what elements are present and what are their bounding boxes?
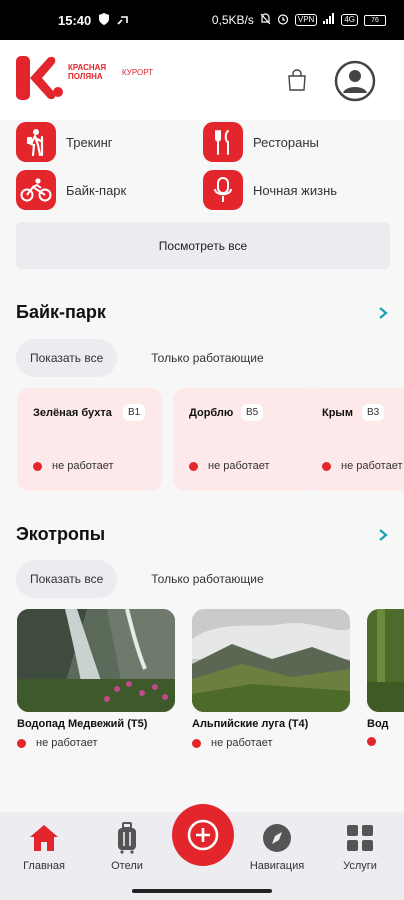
card-status: не работает bbox=[189, 460, 269, 472]
nav-navigation[interactable]: Навигация bbox=[242, 822, 312, 872]
section-title-eco-trails: Экотропы bbox=[16, 524, 106, 544]
vpn-badge: VPN bbox=[294, 14, 318, 26]
nav-label: Главная bbox=[23, 860, 65, 872]
status-dot-icon bbox=[322, 461, 331, 471]
network-type-badge: 4G bbox=[341, 14, 358, 26]
filter-only-working[interactable]: Только работающие bbox=[137, 560, 277, 598]
nav-label: Отели bbox=[111, 860, 143, 872]
filter-only-working[interactable]: Только работающие bbox=[137, 339, 277, 377]
nav-hotels[interactable]: Отели bbox=[92, 822, 162, 872]
home-icon bbox=[28, 822, 60, 854]
status-dot-icon bbox=[367, 737, 376, 746]
status-dot-icon bbox=[33, 461, 42, 471]
section-title-bike-park: Байк-парк bbox=[16, 302, 106, 322]
logo-wordmark: КРАСНАЯ ПОЛЯНА bbox=[68, 63, 107, 81]
nav-services[interactable]: Услуги bbox=[325, 822, 395, 872]
grid-icon bbox=[344, 822, 376, 854]
network-speed: 0,5KB/s bbox=[211, 13, 254, 27]
card-title: Альпийские луга (Т4) bbox=[192, 718, 309, 730]
chevron-right-icon[interactable] bbox=[376, 528, 390, 542]
card-title: Дорблю bbox=[189, 407, 234, 419]
card-code-badge: B1 bbox=[123, 404, 146, 421]
compass-icon bbox=[261, 822, 293, 854]
waterfall-photo bbox=[17, 609, 175, 712]
status-dot-icon bbox=[192, 738, 201, 748]
status-dot-icon bbox=[189, 461, 198, 471]
suitcase-icon bbox=[111, 822, 143, 854]
category-nightlife[interactable]: Ночная жизнь bbox=[203, 168, 337, 212]
filter-show-all[interactable]: Показать все bbox=[16, 339, 118, 377]
category-label: Трекинг bbox=[66, 134, 113, 150]
alpine-meadow-photo bbox=[192, 609, 350, 712]
eco-trail-card[interactable]: Вод bbox=[367, 609, 404, 746]
card-code-badge: B5 bbox=[241, 404, 264, 421]
card-title: Крым bbox=[322, 407, 353, 419]
card-status bbox=[367, 737, 404, 746]
forest-photo bbox=[367, 609, 404, 712]
card-status: не работает bbox=[192, 737, 350, 749]
bike-park-card[interactable]: Дорблю B5 не работает bbox=[173, 388, 318, 491]
signal-icon bbox=[323, 13, 335, 27]
card-code-badge: B3 bbox=[362, 404, 385, 421]
card-status: не работает bbox=[322, 460, 402, 472]
logo-k-icon bbox=[16, 56, 63, 100]
card-status: не работает bbox=[17, 737, 175, 749]
app-header: КРАСНАЯ ПОЛЯНА КУРОРТ bbox=[0, 40, 404, 120]
add-button[interactable] bbox=[172, 804, 234, 866]
nav-label: Навигация bbox=[249, 860, 305, 872]
mute-icon bbox=[260, 12, 271, 28]
nav-home[interactable]: Главная bbox=[9, 822, 79, 872]
home-indicator[interactable] bbox=[132, 889, 272, 893]
bike-park-card[interactable]: Крым B3 не работает bbox=[306, 388, 404, 491]
status-time: 15:40 bbox=[58, 12, 92, 28]
filter-show-all[interactable]: Показать все bbox=[16, 560, 118, 598]
battery-icon: 76 bbox=[364, 14, 386, 26]
eco-trails-carousel[interactable]: Водопад Медвежий (Т5) не работает Альпий… bbox=[17, 609, 404, 754]
category-restaurants[interactable]: Рестораны bbox=[203, 120, 319, 164]
card-title: Вод bbox=[367, 718, 389, 730]
card-status: не работает bbox=[33, 460, 113, 472]
nav-label: Услуги bbox=[343, 860, 377, 872]
eco-trails-filters: Показать все Только работающие bbox=[16, 560, 278, 598]
status-dot-icon bbox=[17, 738, 26, 748]
card-title: Водопад Медвежий (Т5) bbox=[17, 718, 148, 730]
eco-trail-card[interactable]: Водопад Медвежий (Т5) не работает bbox=[17, 609, 175, 749]
status-bar: 15:40 0,5KB/s VPN 4G 76 bbox=[0, 0, 404, 40]
category-label: Ночная жизнь bbox=[253, 182, 338, 198]
plus-circle-icon bbox=[187, 819, 219, 851]
shopping-bag-icon[interactable] bbox=[284, 67, 310, 93]
category-label: Рестораны bbox=[253, 134, 319, 150]
category-trekking[interactable]: Трекинг bbox=[16, 120, 113, 164]
link-icon bbox=[117, 13, 129, 28]
category-bike-park[interactable]: Байк-парк bbox=[16, 168, 126, 212]
hiker-icon bbox=[16, 122, 56, 162]
eco-trail-card[interactable]: Альпийские луга (Т4) не работает bbox=[192, 609, 350, 749]
microphone-icon bbox=[203, 170, 243, 210]
bike-park-carousel[interactable]: Зелёная бухта B1 не работает Дорблю B5 н… bbox=[17, 388, 404, 491]
category-label: Байк-парк bbox=[66, 182, 127, 198]
alarm-icon bbox=[277, 13, 289, 28]
cutlery-icon bbox=[203, 122, 243, 162]
see-all-button[interactable]: Посмотреть все bbox=[16, 222, 390, 269]
bike-park-filters: Показать все Только работающие bbox=[16, 339, 278, 377]
chevron-right-icon[interactable] bbox=[376, 306, 390, 320]
shield-icon bbox=[99, 12, 110, 28]
user-avatar-icon[interactable] bbox=[334, 60, 376, 102]
bike-park-card[interactable]: Зелёная бухта B1 не работает bbox=[17, 388, 162, 491]
resort-logo[interactable]: КРАСНАЯ ПОЛЯНА КУРОРТ bbox=[16, 56, 166, 100]
logo-tagline: КУРОРТ bbox=[122, 68, 154, 77]
card-title: Зелёная бухта bbox=[33, 407, 112, 419]
cyclist-icon bbox=[16, 170, 56, 210]
